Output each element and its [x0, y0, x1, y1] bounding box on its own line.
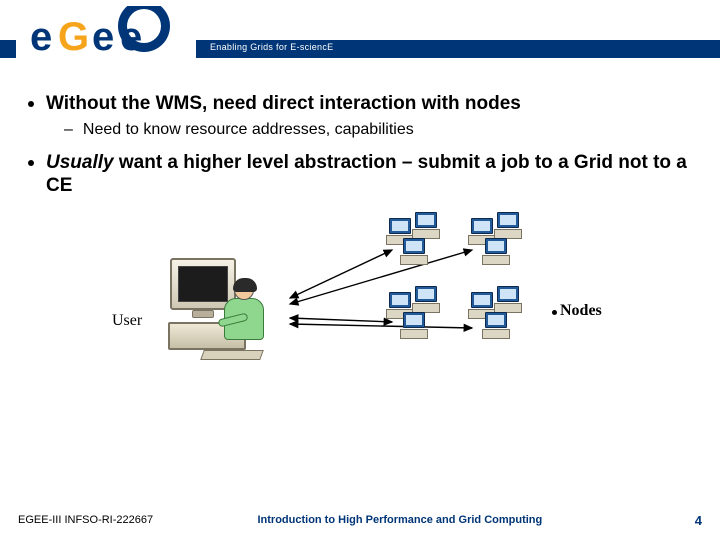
bullet-dash-icon: –	[64, 120, 73, 141]
bullet-2-rest: want a higher level abstraction – submit…	[46, 152, 687, 197]
svg-text:e: e	[120, 15, 142, 59]
svg-text:e: e	[92, 15, 114, 59]
arrows	[0, 210, 720, 450]
svg-text:e: e	[30, 15, 52, 59]
svg-text:G: G	[58, 15, 89, 59]
footer-center: Introduction to High Performance and Gri…	[257, 514, 542, 526]
footer-left: EGEE-III INFSO-RI-222667	[18, 514, 153, 526]
slide-content: Without the WMS, need direct interaction…	[0, 72, 720, 198]
header-tagline: Enabling Grids for E-sciencE	[210, 42, 333, 52]
nodes-label: Nodes	[560, 302, 602, 320]
bullet-1-text: Without the WMS, need direct interaction…	[46, 92, 521, 116]
bullet-2-italic: Usually	[46, 152, 114, 173]
bullet-1-sub-text: Need to know resource addresses, capabil…	[83, 120, 414, 141]
slide-header: Enabling Grids for E-sciencE e G e e	[0, 0, 720, 72]
slide-footer: EGEE-III INFSO-RI-222667 Introduction to…	[0, 500, 720, 540]
bullet-2-text: Usually want a higher level abstraction …	[46, 151, 692, 199]
bullet-item-1-sub: – Need to know resource addresses, capab…	[64, 120, 692, 141]
bullet-item-2: Usually want a higher level abstraction …	[28, 151, 692, 199]
egee-logo: e G e e	[16, 6, 196, 66]
bullet-dot-icon	[28, 101, 34, 107]
diagram: User Nodes	[0, 210, 720, 450]
bullet-dot-icon	[552, 310, 557, 315]
bullet-dot-icon	[28, 160, 34, 166]
user-computer-icon	[168, 252, 288, 362]
bullet-item-1: Without the WMS, need direct interaction…	[28, 92, 692, 116]
user-label: User	[112, 312, 142, 330]
person-icon	[234, 280, 264, 340]
page-number: 4	[695, 513, 702, 528]
